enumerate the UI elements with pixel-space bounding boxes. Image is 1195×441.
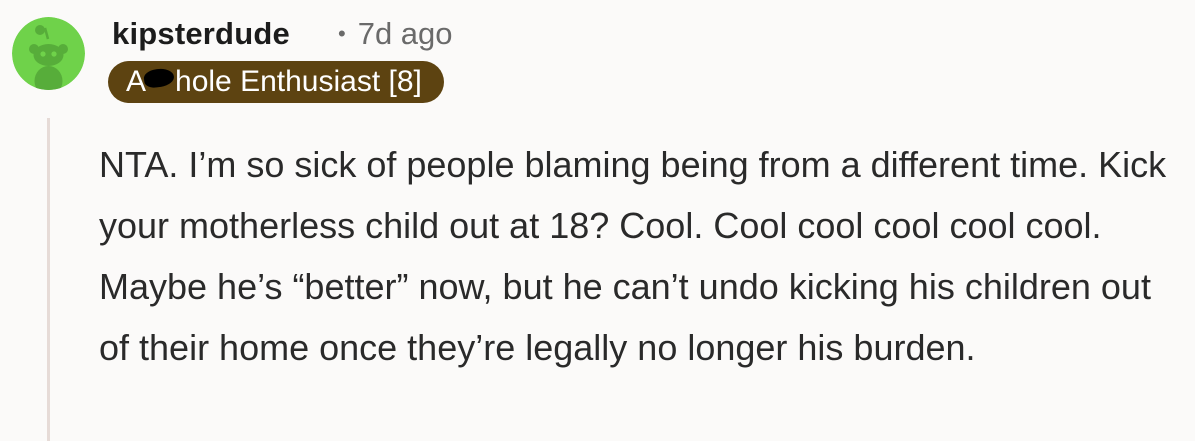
flair-suffix: hole Enthusiast [8] xyxy=(175,65,422,98)
user-flair: Ahole Enthusiast [8] xyxy=(108,61,444,103)
snoo-avatar-icon xyxy=(12,17,85,90)
comment-meta: • 7d ago xyxy=(338,14,453,54)
user-avatar[interactable] xyxy=(12,17,85,90)
flair-prefix: A xyxy=(126,65,147,98)
comment-body: NTA. I’m so sick of people blaming being… xyxy=(99,134,1189,378)
thread-collapse-line[interactable] xyxy=(47,118,50,441)
comment-timestamp[interactable]: 7d ago xyxy=(358,16,453,51)
meta-separator: • xyxy=(338,21,346,46)
comment-text: NTA. I’m so sick of people blaming being… xyxy=(99,144,1167,368)
comment-author[interactable]: kipsterdude xyxy=(112,14,290,54)
censor-scribble xyxy=(142,66,176,90)
comment: kipsterdude • 7d ago Ahole Enthusiast [8]… xyxy=(0,0,1195,441)
